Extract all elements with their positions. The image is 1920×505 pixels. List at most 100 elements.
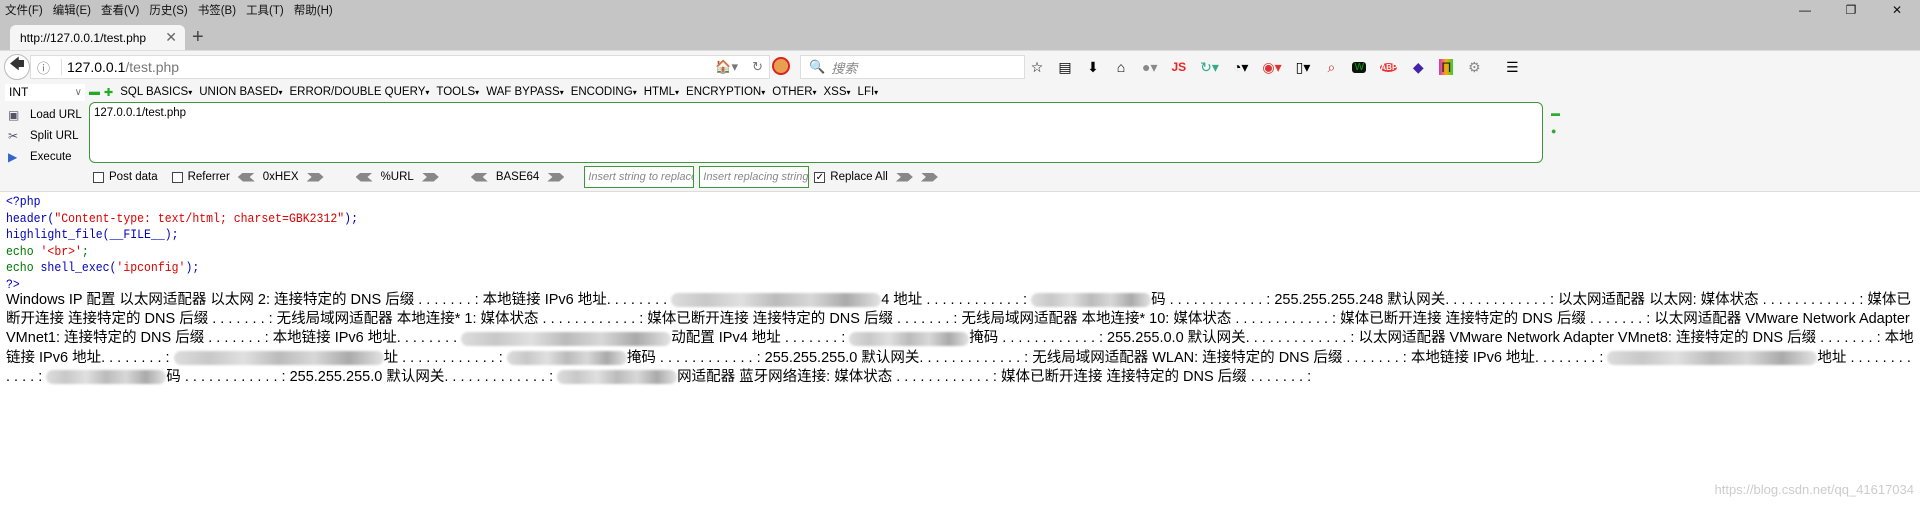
replace-back-arrow-icon[interactable] — [920, 172, 938, 182]
new-tab-icon[interactable]: + — [192, 26, 204, 49]
url-encode-arrow-icon[interactable] — [421, 172, 439, 182]
minus-indicator-icon[interactable]: ▬ — [1551, 108, 1560, 118]
globe-icon[interactable]: ●▾ — [1142, 59, 1157, 76]
address-bar[interactable]: ⓘ 127.0.0.1/test.php 🏠▾ ↻ — [30, 55, 770, 79]
replacing-string-input[interactable]: Insert replacing string — [699, 166, 810, 188]
output-text: Windows IP 配置 以太网适配器 以太网 2: 连接特定的 DNS 后缀… — [6, 292, 672, 308]
star-icon[interactable]: ☆ — [1030, 59, 1044, 76]
output-text: 4 地址 . . . . . . . . . . . . : — [881, 292, 1032, 308]
dot-indicator-icon[interactable]: ● — [1551, 126, 1560, 136]
reading-list-icon[interactable]: ▤ — [1058, 59, 1072, 76]
hex-decode-arrow-icon[interactable] — [237, 172, 255, 182]
js-icon[interactable]: JS — [1171, 60, 1186, 74]
replace-arrow-icon[interactable] — [895, 172, 913, 182]
redacted-blur — [671, 293, 882, 308]
search-icon: 🔍 — [809, 59, 826, 74]
restore-icon[interactable]: ❐ — [1828, 0, 1874, 20]
hackbar-icon[interactable]: ◉▾ — [1262, 59, 1281, 76]
menu-html[interactable]: HTML — [644, 86, 679, 98]
menu-waf-bypass[interactable]: WAF BYPASS — [486, 86, 564, 98]
replace-all-checkbox[interactable]: ✓ — [814, 171, 826, 183]
close-tab-icon[interactable]: ✕ — [165, 29, 177, 46]
base64-decode-arrow-icon[interactable] — [470, 172, 488, 182]
rainbow-icon[interactable]: Π — [1439, 59, 1454, 75]
menu-other[interactable]: OTHER — [772, 86, 816, 98]
hackbar-panel: INT ∨ ▬ ✚ SQL BASICS UNION BASED ERROR/DOU… — [0, 82, 1920, 192]
php-source: <?php header("Content-type: text/html; c… — [6, 194, 358, 294]
type-select[interactable]: INT ∨ — [5, 83, 85, 101]
output-text: 网适配器 蓝牙网络连接: 媒体状态 . . . . . . . . . . . … — [677, 368, 1312, 385]
plus-icon[interactable]: ✚ — [104, 86, 113, 99]
load-url-label: Load URL — [30, 108, 82, 121]
menu-sql-basics[interactable]: SQL BASICS — [120, 86, 192, 98]
tab-active[interactable]: http://127.0.0.1/test.php ✕ — [10, 25, 185, 50]
hamburger-menu-icon[interactable]: ☰ — [1505, 59, 1519, 76]
menu-edit[interactable]: 编辑(E) — [53, 2, 91, 18]
adblock-icon[interactable]: ABP — [1380, 62, 1398, 72]
download-icon[interactable]: ⬇ — [1086, 59, 1100, 76]
tab-title: http://127.0.0.1/test.php — [20, 30, 147, 45]
menu-bookmarks[interactable]: 书签(B) — [198, 2, 236, 18]
menu-encoding[interactable]: ENCODING — [571, 86, 637, 98]
home-dropdown-icon[interactable]: 🏠▾ — [715, 59, 738, 75]
reload-icon[interactable]: ↻ — [752, 59, 763, 75]
window-controls: — ❐ ✕ — [1782, 0, 1920, 20]
menu-history[interactable]: 历史(S) — [149, 2, 187, 18]
search-placeholder: 搜索 — [831, 60, 858, 76]
menu-encryption[interactable]: ENCRYPTION — [686, 86, 765, 98]
minimize-icon[interactable]: — — [1782, 0, 1828, 20]
url-textarea[interactable]: 127.0.0.1/test.php — [89, 102, 1543, 163]
split-url-label: Split URL — [30, 129, 79, 142]
output-text: 址 . . . . . . . . . . . . : — [383, 349, 507, 366]
gear-icon[interactable]: ⚙ — [1467, 59, 1481, 76]
home-icon[interactable]: ⌂ — [1114, 59, 1128, 75]
base64-encode-arrow-icon[interactable] — [547, 172, 565, 182]
search-highlight-icon[interactable]: ⌕ — [1324, 59, 1338, 76]
minus-icon[interactable]: ▬ — [89, 86, 100, 98]
post-data-checkbox[interactable] — [93, 171, 104, 183]
chevron-down-icon: ∨ — [74, 86, 82, 98]
url-enc-label: %URL — [380, 171, 414, 183]
cookie-icon[interactable]: ◔▾ — [1233, 59, 1248, 76]
toolbar-icons: ☆ ▤ ⬇ ⌂ ●▾ JS ↻▾ ◔▾ ◉▾ ▯▾ ⌕ W ABP ◆ Π ⚙ … — [1030, 55, 1519, 79]
hex-encode-arrow-icon[interactable] — [306, 172, 324, 182]
url-decode-arrow-icon[interactable] — [355, 172, 373, 182]
load-icon: ▣ — [8, 107, 20, 122]
screenshot-icon[interactable]: ▯▾ — [1296, 59, 1311, 76]
back-arrow-icon[interactable]: 🡄 — [4, 53, 30, 80]
redacted-blur — [461, 331, 672, 346]
noscript-icon[interactable] — [772, 57, 790, 75]
search-input[interactable]: 🔍 搜索 — [800, 55, 1025, 79]
menu-view[interactable]: 查看(V) — [101, 2, 139, 18]
referrer-label: Referrer — [187, 171, 230, 183]
menu-lfi[interactable]: LFI — [858, 86, 879, 98]
output-text: 动配置 IPv4 地址 . . . . . . . : — [671, 330, 850, 347]
redacted-blur — [173, 350, 384, 365]
replace-all-label: Replace All — [830, 171, 888, 183]
menu-error-double-query[interactable]: ERROR/DOUBLE QUERY — [289, 86, 429, 98]
sync-icon[interactable]: ↻▾ — [1200, 59, 1219, 76]
menu-tools[interactable]: 工具(T) — [246, 2, 284, 18]
execute-button[interactable]: ▶ Execute — [8, 146, 82, 167]
shield-w-icon[interactable]: W — [1352, 61, 1367, 73]
load-url-button[interactable]: ▣ Load URL — [8, 104, 82, 125]
type-select-value: INT — [9, 84, 29, 99]
cube-icon[interactable]: ◆ — [1411, 59, 1425, 76]
menu-union-based[interactable]: UNION BASED — [199, 86, 282, 98]
split-url-button[interactable]: ✂ Split URL — [8, 125, 82, 146]
referrer-checkbox[interactable] — [171, 171, 183, 183]
redacted-blur — [1607, 350, 1818, 365]
redacted-blur — [557, 369, 678, 384]
insert-string-input[interactable]: Insert string to replace — [584, 166, 695, 188]
menu-help[interactable]: 帮助(H) — [294, 2, 333, 18]
close-window-icon[interactable]: ✕ — [1874, 0, 1920, 20]
scissors-icon: ✂ — [8, 128, 19, 143]
info-icon[interactable]: ⓘ — [37, 58, 55, 77]
menu-xss[interactable]: XSS — [824, 86, 851, 98]
menu-tools[interactable]: TOOLS — [436, 86, 479, 98]
output-text: 码 . . . . . . . . . . . . : 255.255.255.… — [166, 368, 558, 385]
code-line: echo '<br>'; — [6, 244, 89, 259]
hackbar-options: Post data Referrer 0xHEX %URL BASE64 Ins… — [93, 166, 946, 188]
menu-file[interactable]: 文件(F) — [5, 2, 43, 18]
url-path: /test.php — [125, 59, 180, 75]
